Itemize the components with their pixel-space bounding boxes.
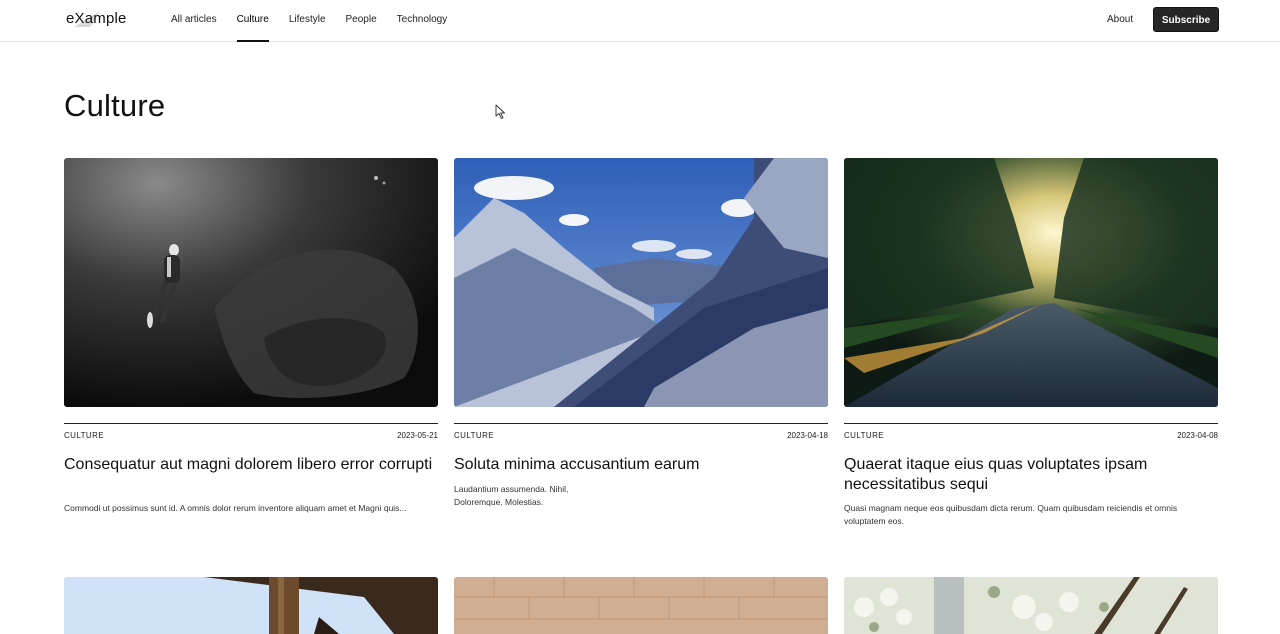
article-image-wooden-structure[interactable] [64,577,438,634]
article-title[interactable]: Soluta minima accusantium earum [454,455,828,475]
article-category[interactable]: CULTURE [844,431,884,440]
article-category[interactable]: CULTURE [64,431,104,440]
article-image-blossom-tree[interactable] [844,577,1218,634]
page-title: Culture [64,88,166,123]
nav-culture[interactable]: Culture [236,0,270,42]
article-date: 2023-05-21 [397,431,438,440]
article-card[interactable]: CULTURE 2023-05-21 Consequatur aut magni… [64,158,438,513]
card-divider [64,423,438,424]
article-excerpt: Commodi ut possimus sunt id. A omnis dol… [64,503,407,513]
article-excerpt: Laudantium assumenda. Nihil, Doloremque.… [454,484,569,507]
subscribe-button[interactable]: Subscribe [1153,7,1219,32]
article-image-forest-road[interactable] [844,158,1218,407]
site-logo[interactable]: eXample [64,9,134,31]
article-card[interactable]: CULTURE 2023-04-18 Soluta minima accusan… [454,158,828,507]
nav-people[interactable]: People [346,0,377,42]
main-nav: All articles Culture Lifestyle People Te… [171,0,467,42]
article-card[interactable]: CULTURE 2023-04-08 Quaerat itaque eius q… [844,158,1218,526]
nav-all-articles[interactable]: All articles [171,0,217,42]
article-date: 2023-04-08 [1177,431,1218,440]
logo-text: eXample [66,10,127,27]
card-divider [454,423,828,424]
article-title[interactable]: Quaerat itaque eius quas voluptates ipsa… [844,455,1218,494]
about-link[interactable]: About [1107,0,1133,40]
article-image-brick-wall[interactable] [454,577,828,634]
article-category[interactable]: CULTURE [454,431,494,440]
article-image-diver[interactable] [64,158,438,407]
article-title[interactable]: Consequatur aut magni dolorem libero err… [64,455,438,475]
article-excerpt: Quasi magnam neque eos quibusdam dicta r… [844,503,1178,526]
mouse-cursor-icon [495,104,505,119]
nav-technology[interactable]: Technology [397,0,448,42]
nav-lifestyle[interactable]: Lifestyle [289,0,326,42]
article-date: 2023-04-18 [787,431,828,440]
article-image-mountains[interactable] [454,158,828,407]
card-divider [844,423,1218,424]
site-header: eXample All articles Culture Lifestyle P… [0,0,1280,42]
